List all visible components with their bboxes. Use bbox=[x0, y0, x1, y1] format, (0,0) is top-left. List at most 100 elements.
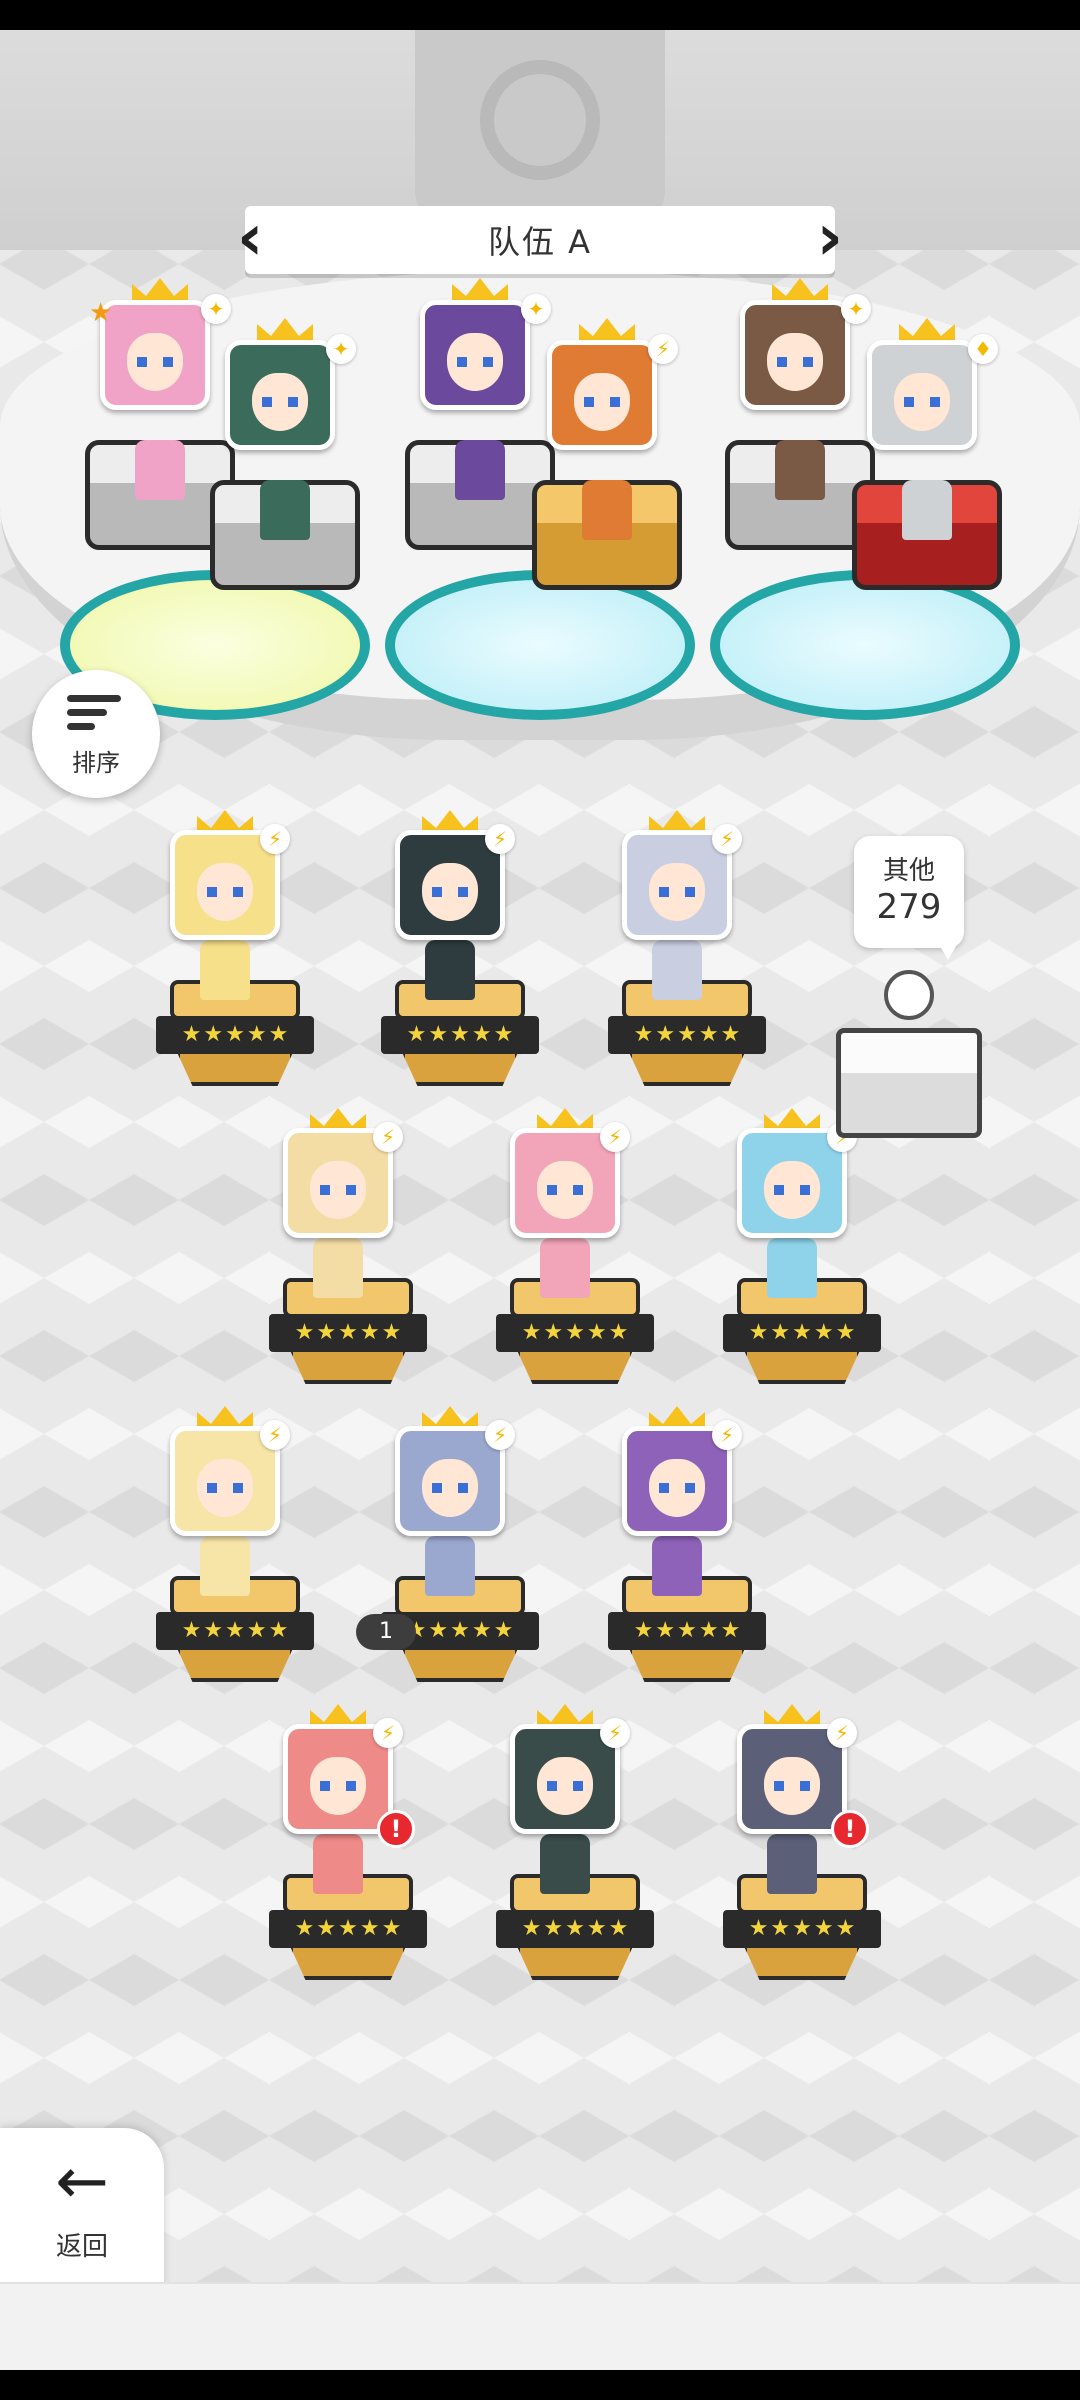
others-pedestal[interactable] bbox=[836, 970, 982, 1140]
hero-card[interactable]: ★★★★★ ⚡ bbox=[156, 1406, 314, 1682]
rank-star-icon: ★ bbox=[203, 1022, 224, 1047]
rank-star-icon: ★ bbox=[521, 1916, 542, 1941]
rank-star-icon: ★ bbox=[720, 1618, 741, 1643]
lightning-icon: ⚡ bbox=[600, 1122, 630, 1152]
chevron-right-icon[interactable]: › bbox=[813, 206, 843, 274]
team-slot[interactable]: ✦ bbox=[210, 318, 360, 590]
rank-star-icon: ★ bbox=[835, 1320, 856, 1345]
star-rating: ★ ★ ★ ★ ★ bbox=[723, 1910, 881, 1948]
lightning-icon: ⚡ bbox=[648, 334, 678, 364]
rank-star-icon: ★ bbox=[608, 1320, 629, 1345]
lightning-icon: ⚡ bbox=[373, 1718, 403, 1748]
rank-star-icon: ★ bbox=[770, 1916, 791, 1941]
lightning-icon: ⚡ bbox=[260, 824, 290, 854]
bottom-bar bbox=[0, 2282, 1080, 2370]
lightning-icon: ⚡ bbox=[827, 1718, 857, 1748]
rank-star-icon: ★ bbox=[521, 1320, 542, 1345]
rank-star-icon: ★ bbox=[338, 1916, 358, 1941]
hero-sprite bbox=[455, 440, 505, 500]
hero-card[interactable]: ★★★★★⚡ bbox=[269, 1108, 427, 1384]
rank-star-icon: ★ bbox=[203, 1618, 224, 1643]
rank-star-icon: ★ bbox=[633, 1022, 654, 1047]
arena-emblem-icon bbox=[480, 60, 600, 180]
rank-star-icon: ★ bbox=[748, 1916, 769, 1941]
lightning-icon: ⚡ bbox=[712, 824, 742, 854]
stack-count-badge: 1 bbox=[356, 1614, 416, 1650]
sort-button[interactable]: 排序 bbox=[32, 670, 160, 798]
others-bubble[interactable]: 其他 279 bbox=[854, 836, 964, 960]
hero-card[interactable]: ★ ★ ★ ★ ★ ⚡! bbox=[269, 1704, 427, 1980]
back-label: 返回 bbox=[55, 2232, 108, 2262]
rank-star-icon: ★ bbox=[294, 1320, 315, 1345]
back-button[interactable]: ← 返回 bbox=[0, 2128, 164, 2292]
lightning-icon: ⚡ bbox=[600, 1718, 630, 1748]
star-rating: ★ ★ ★ ★ ★ bbox=[381, 1016, 539, 1054]
arrow-left-icon: ← bbox=[55, 2145, 109, 2219]
rank-star-icon: ★ bbox=[450, 1022, 470, 1047]
star-rating: ★ ★ ★ ★ ★ bbox=[608, 1612, 766, 1650]
star-rating: ★ ★ ★ ★ ★ bbox=[269, 1314, 427, 1352]
rank-star-icon: ★ bbox=[381, 1320, 402, 1345]
lightning-icon: ⚡ bbox=[485, 1420, 515, 1450]
star-rating: ★ ★ ★ ★ ★ bbox=[156, 1016, 314, 1054]
rank-star-icon: ★ bbox=[268, 1022, 289, 1047]
hero-portrait bbox=[547, 340, 657, 450]
hero-card[interactable]: ★★★★★⚡ bbox=[381, 810, 539, 1086]
diamond-icon: ♦ bbox=[968, 334, 998, 364]
lightning-icon: ⚡ bbox=[260, 1420, 290, 1450]
star-rating: ★ ★ ★ ★ ★ bbox=[723, 1314, 881, 1352]
rank-star-icon: ★ bbox=[792, 1320, 812, 1345]
hero-sprite bbox=[767, 1238, 817, 1298]
rank-star-icon: ★ bbox=[316, 1916, 337, 1941]
hero-card[interactable]: ★★★★★⚡ bbox=[381, 1406, 539, 1682]
rank-star-icon: ★ bbox=[543, 1916, 564, 1941]
star-rating: ★ ★ ★ ★ ★ bbox=[156, 1612, 314, 1650]
rank-star-icon: ★ bbox=[655, 1022, 676, 1047]
hero-card[interactable]: ★★★★★⚡ bbox=[723, 1108, 881, 1384]
others-label: 其他 bbox=[882, 856, 935, 886]
rank-star-icon: ★ bbox=[493, 1618, 514, 1643]
rank-star-icon: ★ bbox=[565, 1916, 585, 1941]
lightning-icon: ⚡ bbox=[712, 1420, 742, 1450]
rank-star-icon: ★ bbox=[181, 1618, 202, 1643]
hero-card[interactable]: ★★★★★ ⚡ bbox=[608, 810, 766, 1086]
rank-star-icon: ★ bbox=[813, 1320, 834, 1345]
stack-count: 1 bbox=[379, 1619, 393, 1644]
hero-portrait bbox=[740, 300, 850, 410]
hero-card[interactable]: ★★★★★⚡ bbox=[156, 810, 314, 1086]
hero-sprite bbox=[540, 1834, 590, 1894]
rank-star-icon: ★ bbox=[565, 1320, 585, 1345]
rank-star-icon: ★ bbox=[813, 1916, 834, 1941]
rank-star-icon: ★ bbox=[698, 1022, 719, 1047]
hero-sprite bbox=[540, 1238, 590, 1298]
hero-sprite bbox=[767, 1834, 817, 1894]
hero-card[interactable]: ★★★★★⚡ bbox=[496, 1108, 654, 1384]
star-rating: ★ ★ ★ ★ ★ bbox=[496, 1910, 654, 1948]
rank-star-icon: ★ bbox=[246, 1618, 267, 1643]
star-rating: ★ ★ ★ ★ ★ bbox=[496, 1314, 654, 1352]
rank-star-icon: ★ bbox=[493, 1022, 514, 1047]
hero-sprite bbox=[200, 940, 250, 1000]
chevron-left-icon[interactable]: ‹ bbox=[237, 206, 267, 274]
hero-card[interactable]: ★★★★★ ⚡ bbox=[496, 1704, 654, 1980]
hero-sprite bbox=[425, 1536, 475, 1596]
others-box bbox=[836, 1028, 982, 1138]
hero-card[interactable]: ★★★★★⚡ bbox=[608, 1406, 766, 1682]
rank-star-icon: ★ bbox=[835, 1916, 856, 1941]
hero-card[interactable]: ★ ★ ★ ★ ★ ⚡! bbox=[723, 1704, 881, 1980]
rank-star-icon: ★ bbox=[359, 1916, 380, 1941]
rank-star-icon: ★ bbox=[608, 1916, 629, 1941]
star-rating: ★ ★ ★ ★ ★ bbox=[608, 1016, 766, 1054]
hero-sprite bbox=[775, 440, 825, 500]
rank-star-icon: ★ bbox=[655, 1618, 676, 1643]
rank-star-icon: ★ bbox=[294, 1916, 315, 1941]
silhouette-icon bbox=[884, 970, 934, 1020]
team-slot[interactable]: ♦ bbox=[852, 318, 1002, 590]
rank-star-icon: ★ bbox=[428, 1022, 449, 1047]
rank-star-icon: ★ bbox=[381, 1916, 402, 1941]
team-slot[interactable]: ⚡ bbox=[532, 318, 682, 590]
hero-portrait bbox=[867, 340, 977, 450]
rank-star-icon: ★ bbox=[471, 1618, 492, 1643]
rank-star-icon: ★ bbox=[586, 1320, 607, 1345]
rank-star-icon: ★ bbox=[543, 1320, 564, 1345]
